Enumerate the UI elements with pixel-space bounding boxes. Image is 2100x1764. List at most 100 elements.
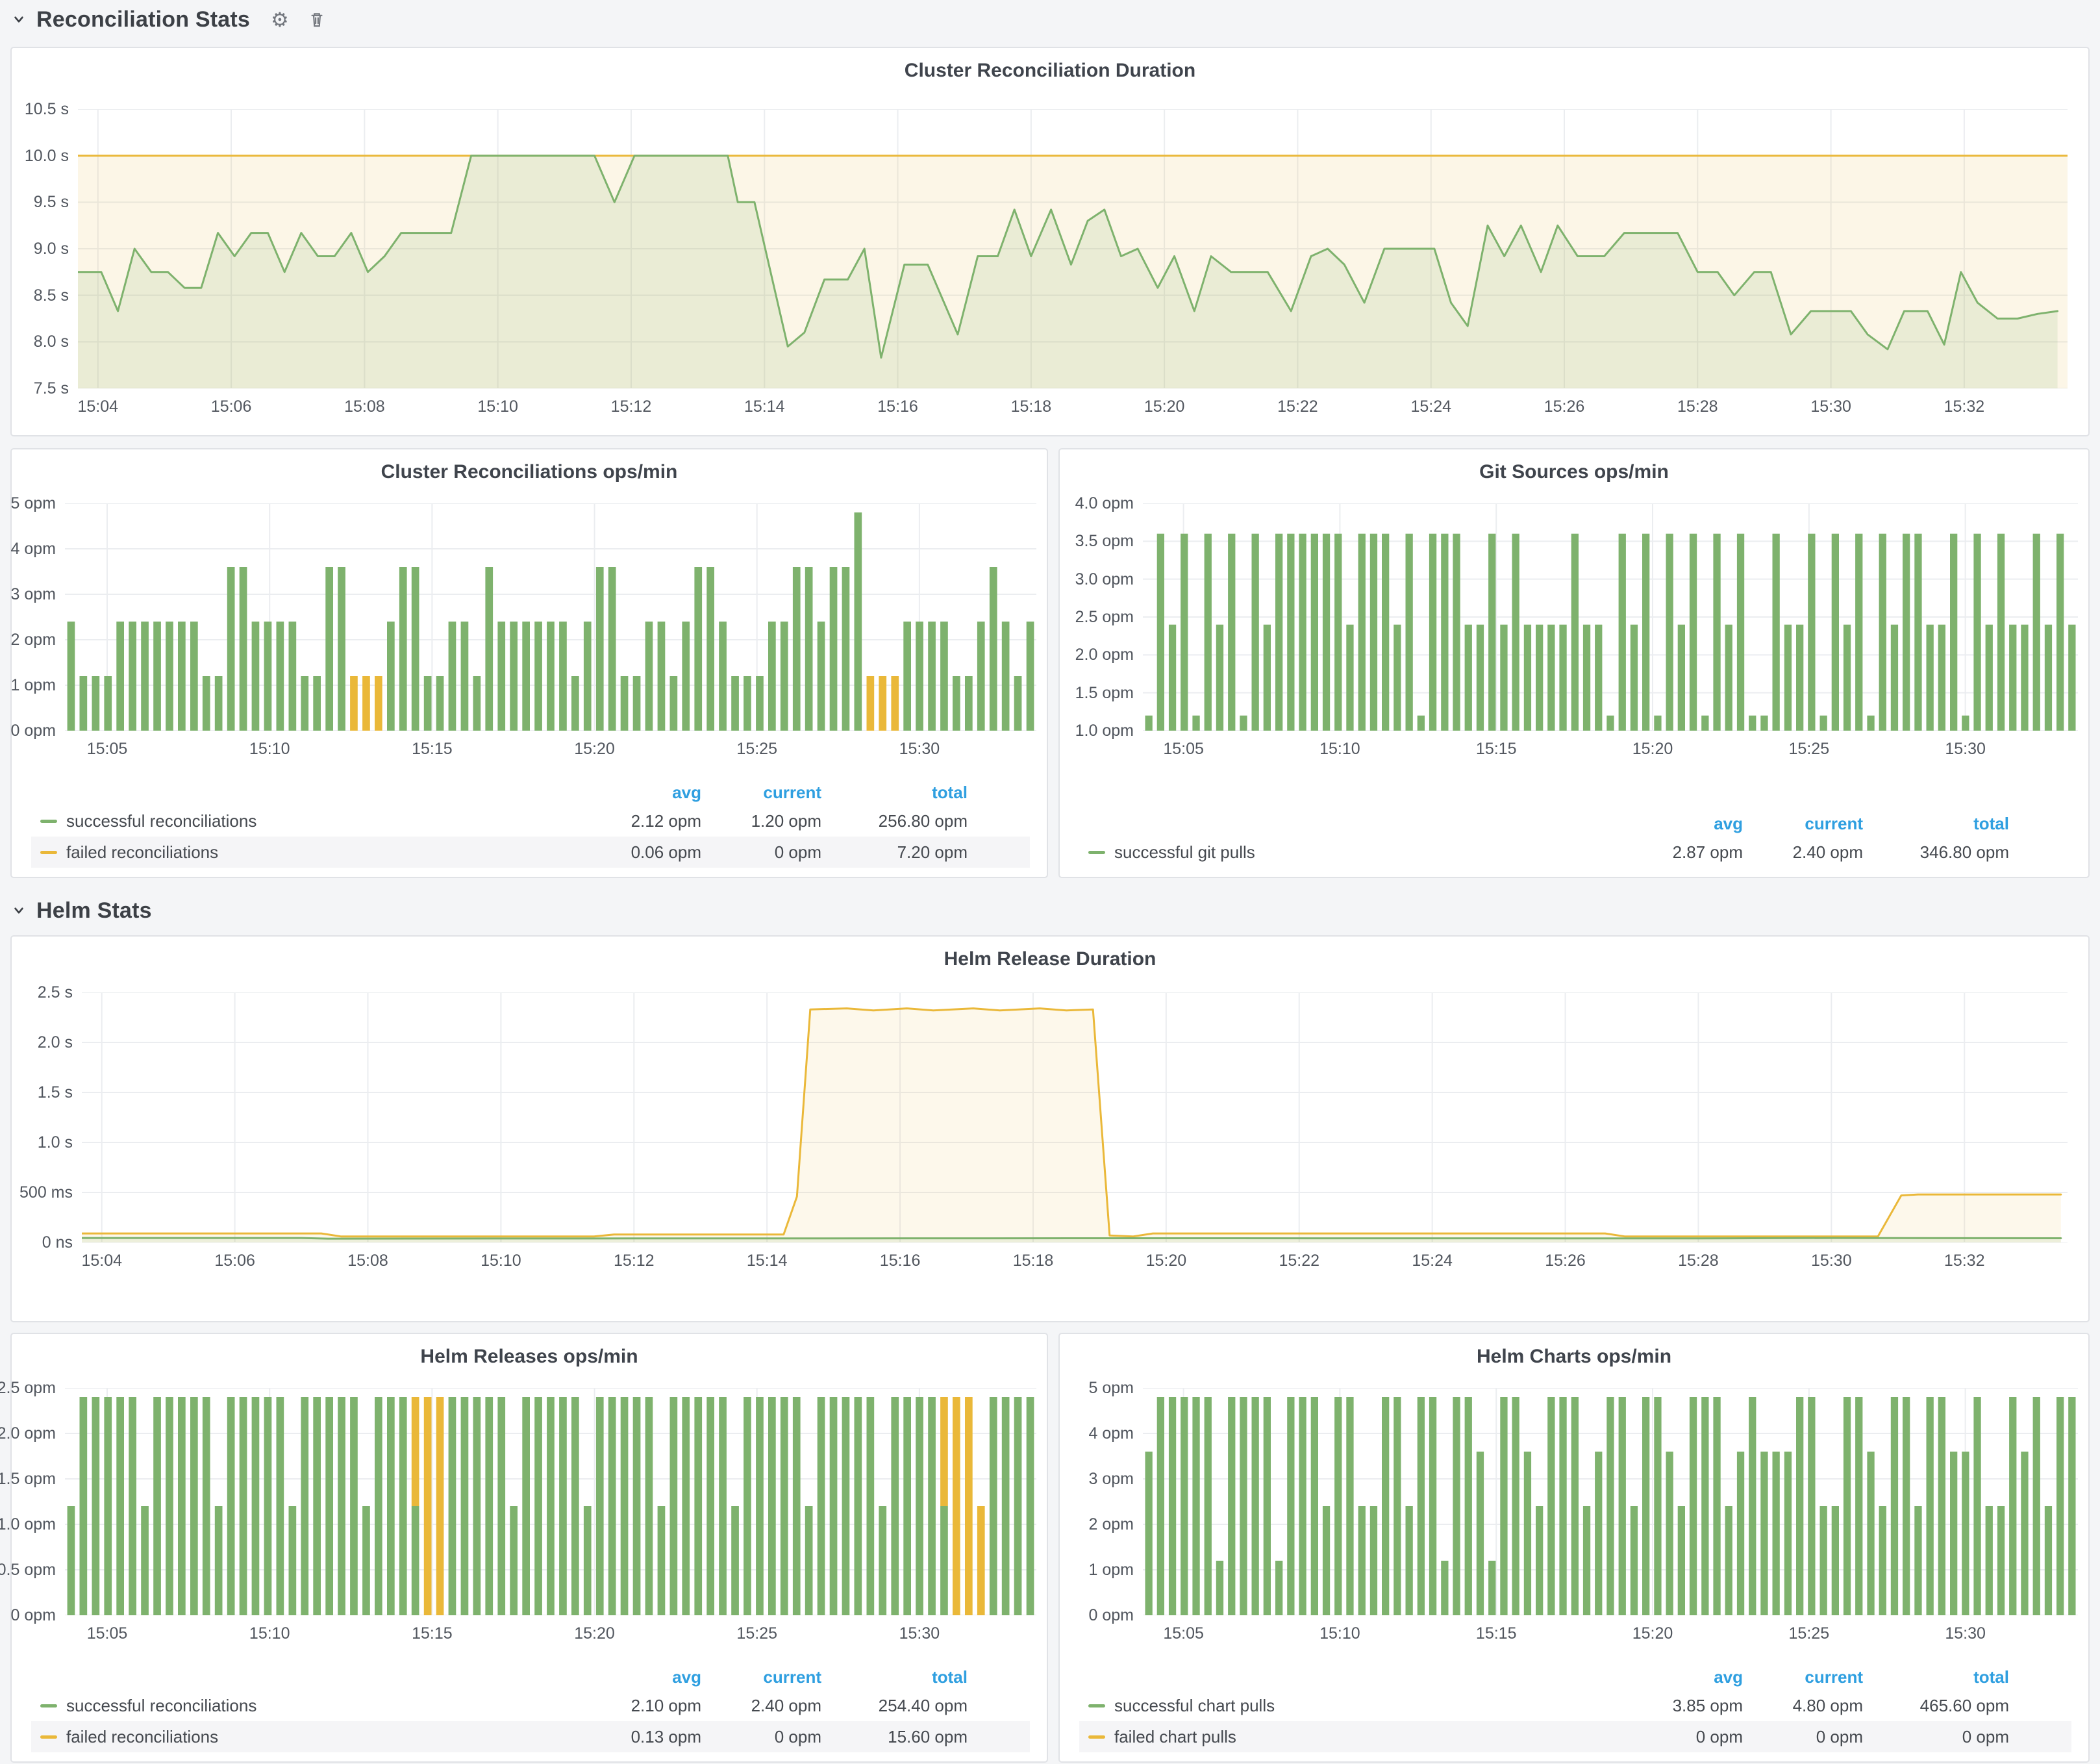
bar: [1465, 1397, 1472, 1615]
legend-col-total[interactable]: total: [1863, 814, 2009, 834]
panel-title[interactable]: Cluster Reconciliation Duration: [12, 60, 2088, 82]
legend-col-avg[interactable]: avg: [571, 1667, 701, 1687]
bar: [1512, 534, 1519, 731]
legend-col-current[interactable]: current: [1743, 1667, 1863, 1687]
section-helm-stats[interactable]: Helm Stats: [10, 895, 152, 926]
x-tick-label: 15:25: [718, 1624, 796, 1643]
bar: [399, 1397, 407, 1615]
bar: [240, 567, 247, 731]
bar: [1205, 1397, 1212, 1615]
series-avg: 2.10 opm: [571, 1696, 701, 1716]
bar: [916, 622, 923, 731]
series-label[interactable]: successful chart pulls: [1114, 1696, 1613, 1716]
panel-title[interactable]: Cluster Reconciliations ops/min: [12, 461, 1047, 483]
y-tick-label: 1 opm: [1051, 1561, 1134, 1580]
legend-col-current[interactable]: current: [701, 1667, 821, 1687]
bar: [793, 567, 801, 731]
section-title[interactable]: Reconciliation Stats: [36, 7, 250, 32]
bar: [2068, 1397, 2075, 1615]
x-tick-label: 15:25: [1770, 740, 1848, 759]
bar: [1666, 1452, 1673, 1615]
bar: [781, 622, 788, 731]
panel-title[interactable]: Helm Release Duration: [12, 948, 2088, 970]
x-tick-label: 15:05: [1145, 1624, 1223, 1643]
helm_duration-chart[interactable]: [82, 992, 2068, 1242]
bar: [1820, 716, 1827, 731]
bar: [940, 622, 948, 731]
bar: [325, 567, 333, 731]
bar: [1938, 1397, 1945, 1615]
gear-icon[interactable]: ⚙: [271, 10, 289, 30]
x-tick-label: 15:28: [1658, 397, 1736, 416]
bar: [1192, 1397, 1199, 1615]
series-label[interactable]: successful git pulls: [1114, 842, 1613, 863]
series-label[interactable]: successful reconciliations: [66, 1696, 571, 1716]
bar: [1701, 716, 1708, 731]
bar: [1678, 1506, 1685, 1615]
bar: [1014, 1397, 1022, 1615]
bar: [1216, 1561, 1223, 1615]
bar: [2056, 534, 2064, 731]
x-tick-label: 15:20: [1125, 397, 1203, 416]
y-tick-label: 8.5 s: [0, 286, 69, 305]
series-current: 2.40 opm: [1743, 842, 1863, 863]
bar: [1879, 1506, 1886, 1615]
bar: [608, 567, 616, 731]
bar: [412, 1506, 419, 1615]
x-tick-label: 15:14: [725, 397, 803, 416]
bar: [559, 622, 567, 731]
chevron-down-icon[interactable]: [10, 902, 27, 919]
bar: [1334, 1397, 1342, 1615]
section-reconciliation-stats[interactable]: Reconciliation Stats ⚙: [10, 4, 327, 35]
bar-failed: [965, 1397, 973, 1615]
bar: [1619, 534, 1626, 731]
legend-col-current[interactable]: current: [701, 783, 821, 803]
git_sources-chart[interactable]: [1143, 503, 2078, 731]
legend-col-avg[interactable]: avg: [1613, 1667, 1743, 1687]
bar: [399, 567, 407, 731]
cluster_ops-chart[interactable]: [65, 503, 1036, 731]
bar: [1855, 534, 1862, 731]
bar: [903, 1397, 911, 1615]
bar: [1606, 1397, 1614, 1615]
bar: [116, 1397, 124, 1615]
legend-col-total[interactable]: total: [821, 783, 968, 803]
bar: [68, 622, 75, 731]
series-label[interactable]: failed reconciliations: [66, 842, 571, 863]
legend-col-avg[interactable]: avg: [1613, 814, 1743, 834]
legend-col-current[interactable]: current: [1743, 814, 1863, 834]
bar: [706, 1397, 714, 1615]
helm_releases-chart[interactable]: [65, 1388, 1036, 1615]
bar: [1145, 1452, 1153, 1615]
helm_charts-chart[interactable]: [1143, 1388, 2078, 1615]
legend-col-total[interactable]: total: [1863, 1667, 2009, 1687]
bar: [510, 1506, 518, 1615]
bar: [1678, 625, 1685, 731]
bar: [240, 1397, 247, 1615]
panel-title[interactable]: Git Sources ops/min: [1060, 461, 2088, 483]
bar: [387, 622, 395, 731]
bar: [1784, 1452, 1792, 1615]
bar: [1820, 1506, 1827, 1615]
panel-title[interactable]: Helm Charts ops/min: [1060, 1346, 2088, 1368]
legend-col-total[interactable]: total: [821, 1667, 968, 1687]
duration-chart[interactable]: [78, 109, 2068, 388]
chevron-down-icon[interactable]: [10, 11, 27, 28]
bar: [756, 676, 764, 731]
legend: avg current total successful reconciliat…: [31, 1664, 1030, 1752]
bar: [719, 622, 727, 731]
bar-failed: [362, 676, 370, 731]
y-tick-label: 1.5 opm: [1051, 684, 1134, 703]
legend-col-avg[interactable]: avg: [571, 783, 701, 803]
section-title[interactable]: Helm Stats: [36, 898, 152, 924]
x-tick-label: 15:25: [1770, 1624, 1848, 1643]
bar: [818, 622, 825, 731]
legend-header-row: avg current total: [31, 1664, 1030, 1690]
trash-icon[interactable]: [307, 10, 327, 29]
series-label[interactable]: failed reconciliations: [66, 1727, 571, 1747]
bar: [990, 567, 997, 731]
series-label[interactable]: failed chart pulls: [1114, 1727, 1613, 1747]
panel-title[interactable]: Helm Releases ops/min: [12, 1346, 1047, 1368]
series-label[interactable]: successful reconciliations: [66, 811, 571, 831]
bar: [1488, 1561, 1495, 1615]
